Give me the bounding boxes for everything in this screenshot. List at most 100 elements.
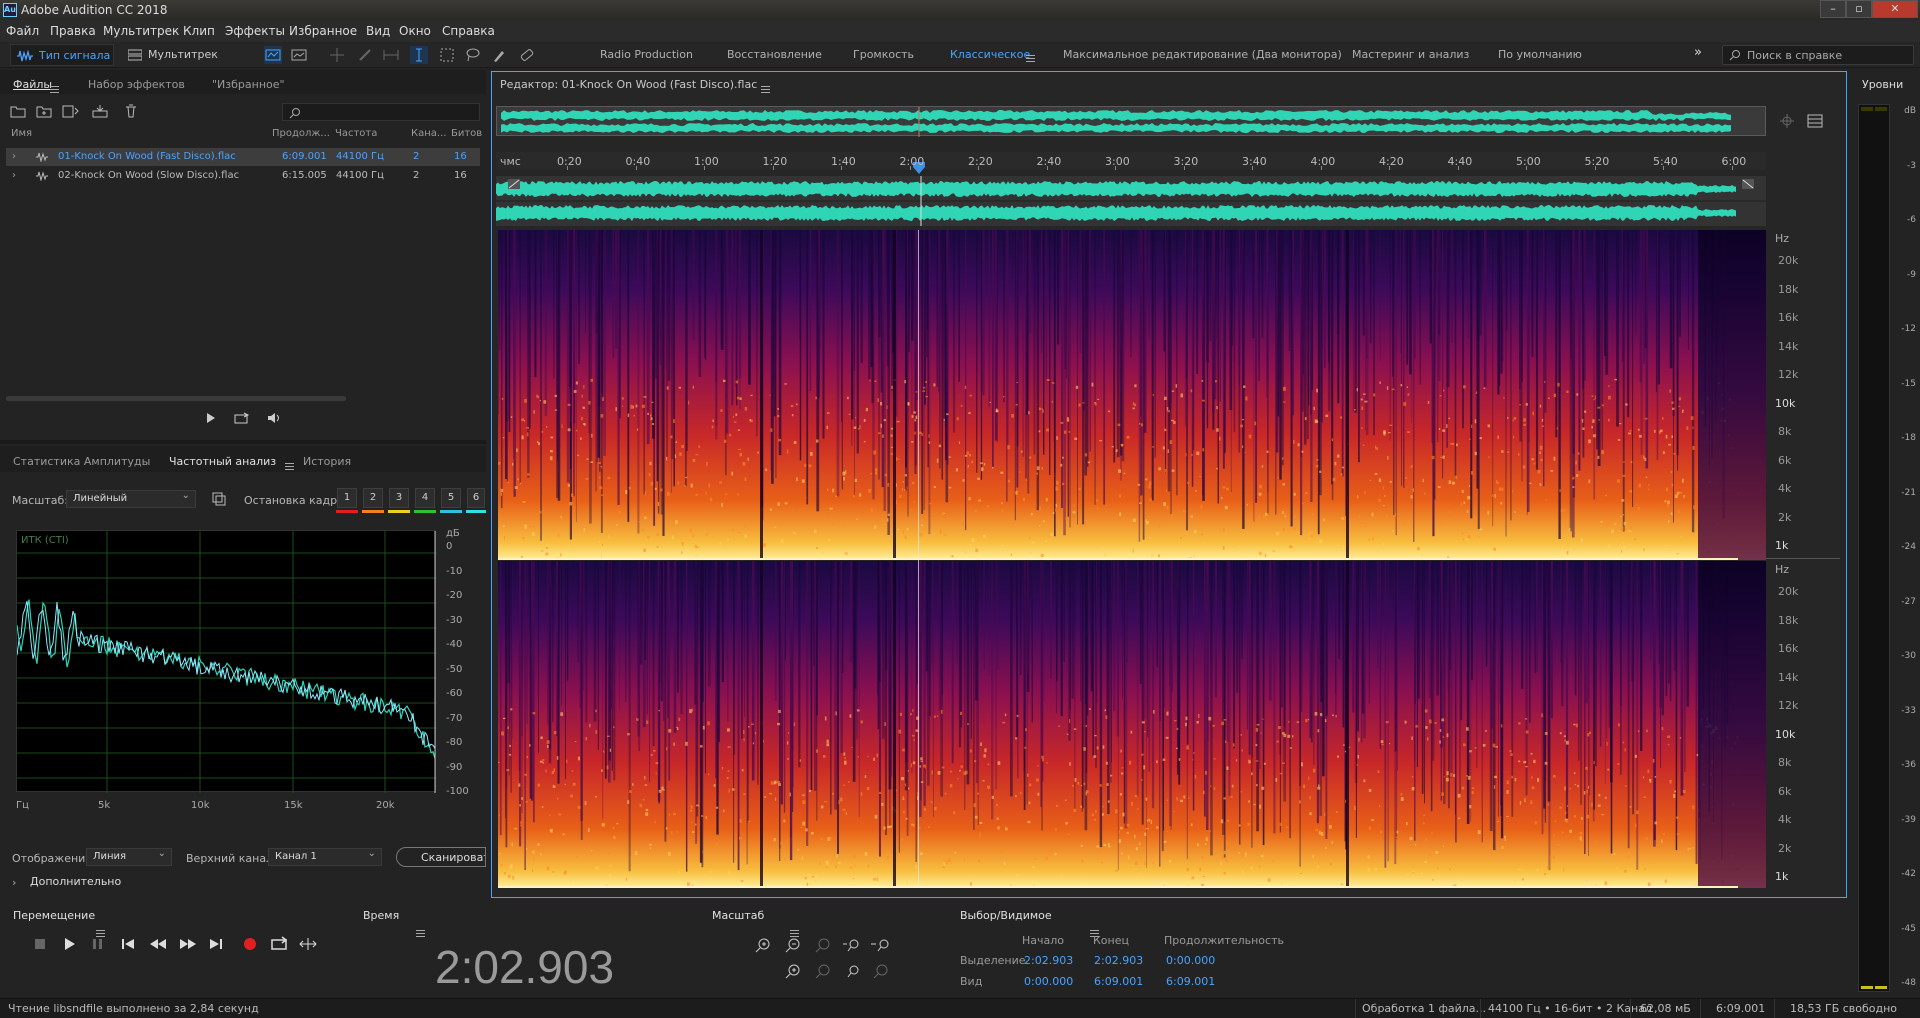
multitrack-mode-button[interactable]: Мультитрек xyxy=(124,44,218,66)
spectral-frequency-view-icon[interactable] xyxy=(264,46,282,64)
zoom-in-amplitude-icon[interactable] xyxy=(754,937,772,953)
razor-tool-icon[interactable] xyxy=(356,46,374,64)
column-name[interactable]: Имя xyxy=(11,128,32,139)
menu-help[interactable]: Справка xyxy=(442,24,495,38)
workspace-loudness[interactable]: Громкость xyxy=(853,48,914,61)
tab-favorites[interactable]: "Избранное" xyxy=(212,78,285,91)
move-tool-icon[interactable] xyxy=(328,46,346,64)
import-file-icon[interactable] xyxy=(36,104,52,118)
spot-healing-tool-icon[interactable] xyxy=(518,46,536,64)
zoom-in-point-icon[interactable] xyxy=(814,963,832,979)
paintbrush-tool-icon[interactable] xyxy=(490,46,508,64)
skip-selection-icon[interactable] xyxy=(298,935,318,953)
menu-window[interactable]: Окно xyxy=(399,24,431,38)
scale-dropdown[interactable]: Линейный xyxy=(66,490,196,508)
zoom-reset-icon[interactable] xyxy=(872,963,890,979)
open-file-icon[interactable] xyxy=(10,104,26,118)
view-duration[interactable]: 6:09.001 xyxy=(1166,975,1215,988)
workspace-max-editing[interactable]: Максимальное редактирование (Два монитор… xyxy=(1063,48,1342,61)
spectral-pitch-view-icon[interactable] xyxy=(290,46,308,64)
slip-tool-icon[interactable] xyxy=(382,46,400,64)
zoom-menu-icon[interactable] xyxy=(790,929,799,937)
advanced-chevron-icon[interactable]: › xyxy=(12,876,16,889)
view-end[interactable]: 6:09.001 xyxy=(1094,975,1143,988)
file-row[interactable]: › 01-Knock On Wood (Fast Disco).flac 6:0… xyxy=(6,148,480,166)
autoplay-icon[interactable] xyxy=(262,412,284,424)
workspace-radio-production[interactable]: Radio Production xyxy=(600,48,693,61)
current-time-display[interactable]: 2:02.903 xyxy=(435,940,614,994)
stop-button-icon[interactable] xyxy=(30,935,50,953)
display-dropdown[interactable]: Линия xyxy=(86,848,172,866)
workspace-menu-icon[interactable] xyxy=(1026,54,1035,62)
freeze-slot-3[interactable]: 3 xyxy=(389,488,409,508)
delete-file-icon[interactable] xyxy=(124,104,138,118)
play-button-icon[interactable] xyxy=(59,935,79,953)
menu-clip[interactable]: Клип xyxy=(183,24,215,38)
scan-button[interactable]: Сканировать xyxy=(396,847,486,867)
insert-into-multitrack-icon[interactable] xyxy=(92,104,110,118)
maximize-button[interactable]: ▫ xyxy=(1846,0,1872,18)
marquee-tool-icon[interactable] xyxy=(438,46,456,64)
new-file-icon[interactable] xyxy=(62,104,80,118)
waveform-mode-button[interactable]: Тип сигнала xyxy=(10,44,114,66)
panel-divider[interactable] xyxy=(0,440,486,444)
spectrogram-channel-1[interactable] xyxy=(498,230,1766,560)
files-search-input[interactable] xyxy=(282,103,480,121)
play-preview-icon[interactable] xyxy=(206,412,216,424)
zoom-out-time-icon[interactable] xyxy=(870,937,892,953)
time-menu-icon[interactable] xyxy=(415,929,425,937)
go-to-end-icon[interactable] xyxy=(206,935,226,953)
column-duration[interactable]: Продолж... xyxy=(272,128,330,139)
spectrogram-channel-2[interactable] xyxy=(498,561,1766,888)
help-search-input[interactable]: Поиск в справке xyxy=(1722,45,1914,65)
expand-chevron-icon[interactable]: › xyxy=(12,151,16,162)
freeze-slot-6[interactable]: 6 xyxy=(467,488,485,508)
freeze-slot-5[interactable]: 5 xyxy=(441,488,461,508)
zoom-out-amplitude-icon[interactable] xyxy=(784,937,802,953)
expand-chevron-icon[interactable]: › xyxy=(12,170,16,181)
loop-playback-icon[interactable] xyxy=(269,935,289,953)
advanced-toggle[interactable]: Дополнительно xyxy=(30,875,121,888)
editor-options-icon[interactable] xyxy=(1806,112,1824,130)
zoom-out-point-icon[interactable] xyxy=(842,963,860,979)
selection-duration[interactable]: 0:00.000 xyxy=(1166,954,1215,967)
go-to-start-icon[interactable] xyxy=(118,935,138,953)
tab-files[interactable]: Файлы xyxy=(13,78,52,91)
snapshot-icon[interactable] xyxy=(212,492,226,506)
loop-preview-icon[interactable] xyxy=(234,412,250,424)
tab-frequency-analysis[interactable]: Частотный анализ xyxy=(169,455,276,468)
editor-menu-icon[interactable] xyxy=(761,85,770,93)
view-start[interactable]: 0:00.000 xyxy=(1024,975,1073,988)
analysis-panel-menu-icon[interactable] xyxy=(284,462,294,470)
waveform-strip[interactable] xyxy=(496,176,1766,226)
fade-out-handle-icon[interactable] xyxy=(1742,179,1754,189)
time-ruler[interactable] xyxy=(496,152,1766,170)
pause-button-icon[interactable] xyxy=(88,935,108,953)
column-rate[interactable]: Частота xyxy=(335,128,377,139)
time-selection-tool-icon[interactable] xyxy=(410,46,428,64)
zoom-navigator-icon[interactable] xyxy=(1778,112,1796,130)
selection-start[interactable]: 2:02.903 xyxy=(1024,954,1073,967)
zoom-out-full-icon[interactable] xyxy=(814,937,832,953)
selection-end[interactable]: 2:02.903 xyxy=(1094,954,1143,967)
files-panel-menu-icon[interactable] xyxy=(50,85,59,93)
freeze-slot-2[interactable]: 2 xyxy=(363,488,383,508)
close-button[interactable]: ✕ xyxy=(1872,0,1918,18)
freeze-slot-4[interactable]: 4 xyxy=(415,488,435,508)
zoom-selection-icon[interactable] xyxy=(784,963,802,979)
menu-favorites[interactable]: Избранное xyxy=(289,24,357,38)
workspace-mastering[interactable]: Мастеринг и анализ xyxy=(1352,48,1469,61)
workspace-default[interactable]: По умолчанию xyxy=(1498,48,1582,61)
column-channels[interactable]: Кана... xyxy=(411,128,446,139)
top-channel-dropdown[interactable]: Канал 1 xyxy=(268,848,382,866)
tab-amplitude-statistics[interactable]: Статистика Амплитуды xyxy=(13,455,150,468)
fast-forward-icon[interactable] xyxy=(177,935,197,953)
zoom-in-time-icon[interactable] xyxy=(842,937,862,953)
workspace-classic[interactable]: Классическое xyxy=(950,48,1030,61)
minimize-button[interactable]: – xyxy=(1820,0,1846,18)
tab-history[interactable]: История xyxy=(303,455,351,468)
workspace-overflow-icon[interactable]: » xyxy=(1694,45,1702,60)
lasso-tool-icon[interactable] xyxy=(464,46,482,64)
overview-navigator[interactable] xyxy=(496,106,1766,137)
files-horizontal-scrollbar[interactable] xyxy=(6,396,346,401)
